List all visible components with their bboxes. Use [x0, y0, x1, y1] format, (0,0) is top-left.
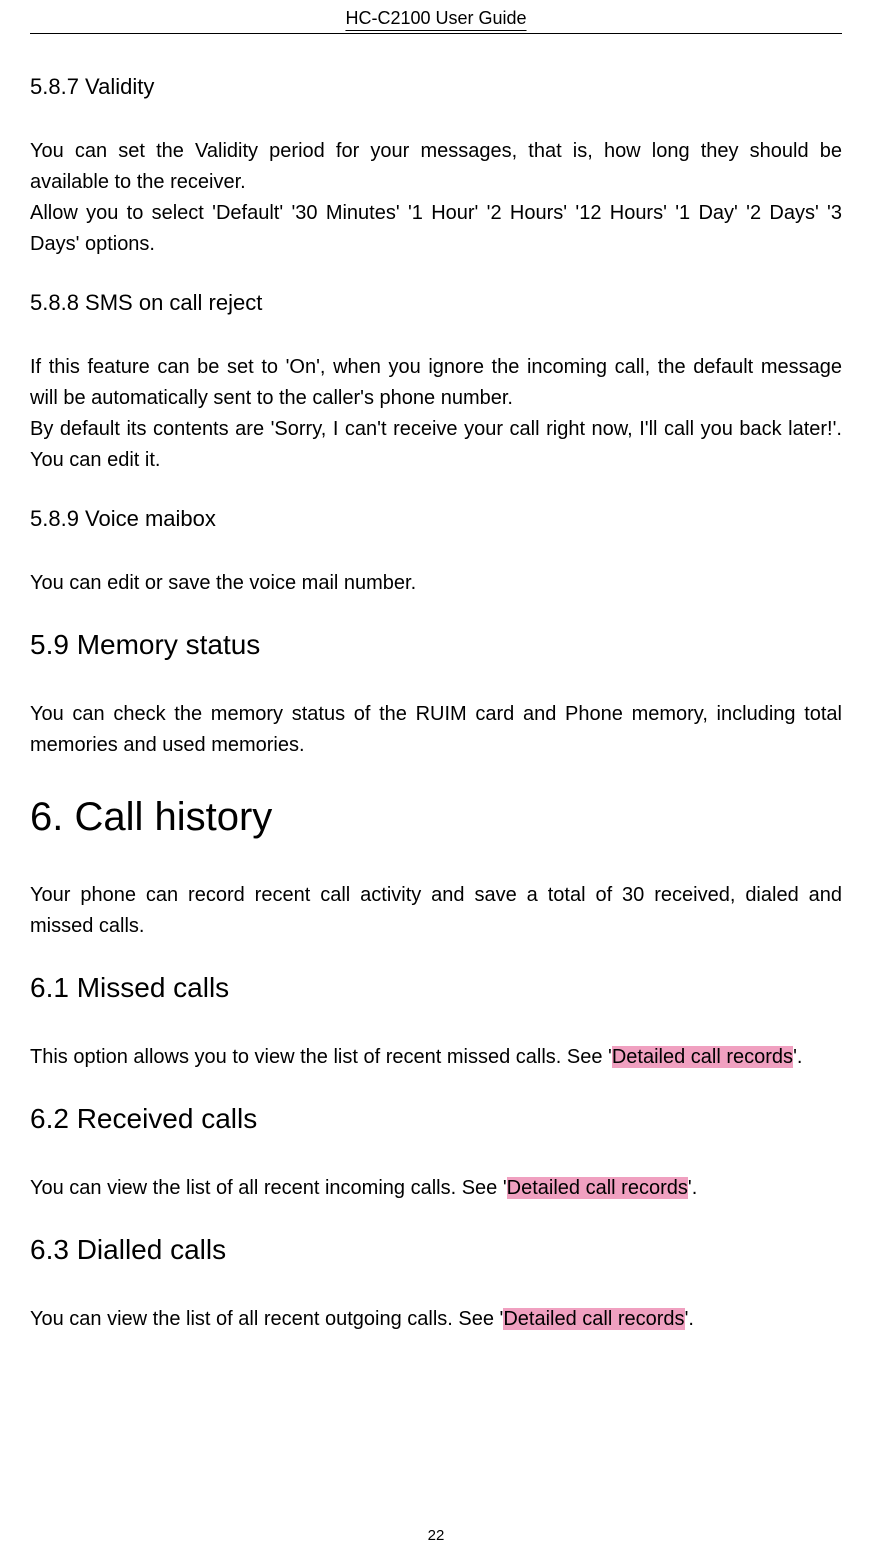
heading-6: 6. Call history: [30, 795, 842, 840]
body-text: Your phone can record recent call activi…: [30, 880, 842, 942]
text-fragment: You can view the list of all recent inco…: [30, 1177, 507, 1199]
heading-5-9: 5.9 Memory status: [30, 629, 842, 661]
page-number: 22: [0, 1527, 872, 1544]
body-text: You can set the Validity period for your…: [30, 136, 842, 198]
heading-6-2: 6.2 Received calls: [30, 1103, 842, 1135]
heading-5-8-8: 5.8.8 SMS on call reject: [30, 290, 842, 316]
heading-6-1: 6.1 Missed calls: [30, 972, 842, 1004]
body-text: You can view the list of all recent outg…: [30, 1304, 842, 1335]
text-fragment: This option allows you to view the list …: [30, 1046, 612, 1068]
body-text: You can check the memory status of the R…: [30, 699, 842, 761]
text-fragment: '.: [685, 1308, 694, 1330]
text-fragment: '.: [793, 1046, 802, 1068]
link-detailed-call-records[interactable]: Detailed call records: [612, 1046, 793, 1068]
heading-5-8-9: 5.8.9 Voice maibox: [30, 506, 842, 532]
para-block: If this feature can be set to 'On', when…: [30, 352, 842, 476]
page-content: HC-C2100 User Guide 5.8.7 Validity You c…: [0, 0, 872, 1335]
body-text: By default its contents are 'Sorry, I ca…: [30, 414, 842, 476]
page-header: HC-C2100 User Guide: [30, 0, 842, 34]
link-detailed-call-records[interactable]: Detailed call records: [507, 1177, 688, 1199]
body-text: This option allows you to view the list …: [30, 1042, 842, 1073]
heading-6-3: 6.3 Dialled calls: [30, 1234, 842, 1266]
text-fragment: '.: [688, 1177, 697, 1199]
para-block: You can set the Validity period for your…: [30, 136, 842, 260]
link-detailed-call-records[interactable]: Detailed call records: [503, 1308, 684, 1330]
text-fragment: You can view the list of all recent outg…: [30, 1308, 503, 1330]
body-text: If this feature can be set to 'On', when…: [30, 352, 842, 414]
body-text: Allow you to select 'Default' '30 Minute…: [30, 198, 842, 260]
heading-5-8-7: 5.8.7 Validity: [30, 74, 842, 100]
body-text: You can edit or save the voice mail numb…: [30, 568, 842, 599]
body-text: You can view the list of all recent inco…: [30, 1173, 842, 1204]
